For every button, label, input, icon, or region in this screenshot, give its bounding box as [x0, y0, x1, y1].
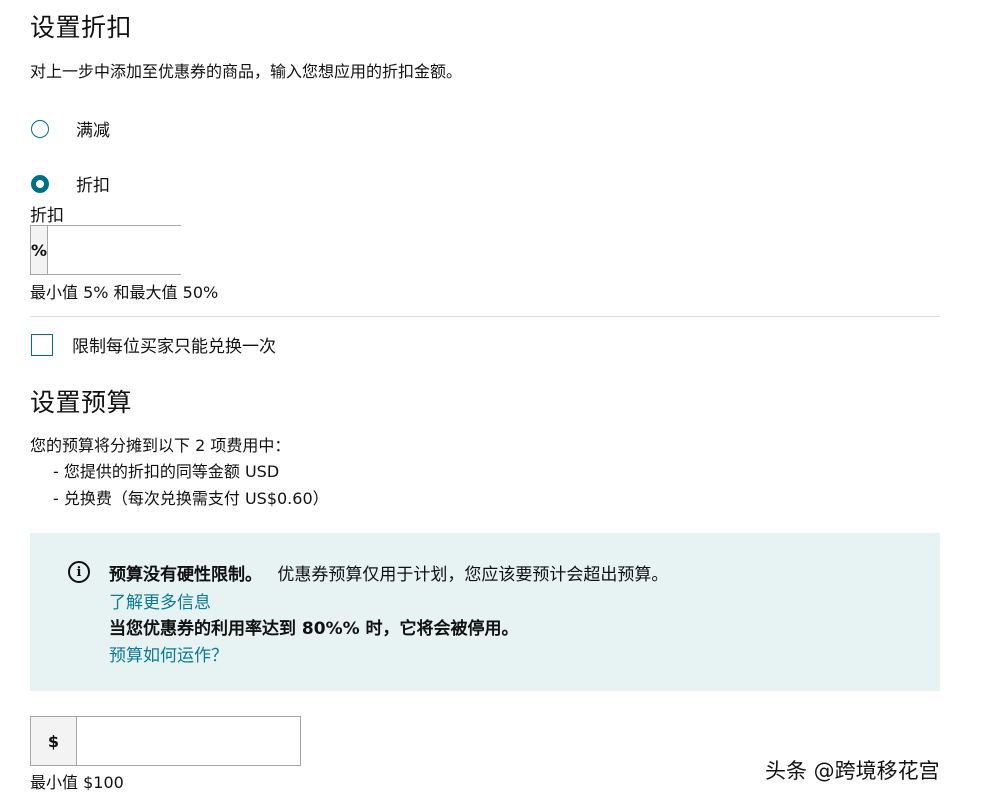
learn-more-link[interactable]: 了解更多信息 [109, 588, 211, 613]
budget-item-2: - 兑换费（每次兑换需支付 US$0.60） [53, 489, 329, 508]
info-icon: i [68, 561, 90, 583]
limit-once-option[interactable]: 限制每位买家只能兑换一次 [31, 332, 276, 357]
discount-title: 设置折扣 [30, 13, 133, 42]
limit-once-checkbox[interactable] [31, 333, 53, 356]
section-divider [30, 316, 940, 317]
budget-warning: 当您优惠券的利用率达到 80%% 时，它将会被停用。 [109, 619, 519, 639]
radio-button-discount[interactable] [31, 174, 49, 193]
discount-description: 对上一步中添加至优惠券的商品，输入您想应用的折扣金额。 [30, 62, 463, 81]
watermark-text: 头条 @跨境移花宫 [765, 759, 940, 783]
radio-label-discount: 折扣 [76, 176, 110, 196]
budget-input-group: $ [30, 716, 301, 766]
radio-option-discount[interactable]: 折扣 [31, 171, 110, 196]
discount-input-group: % [30, 225, 272, 275]
radio-option-full-reduction[interactable]: 满减 [31, 116, 110, 141]
discount-field-label: 折扣 [30, 206, 64, 226]
budget-intro: 您的预算将分摊到以下 2 项费用中： [30, 436, 291, 455]
budget-amount-input[interactable] [77, 717, 300, 765]
dollar-prefix: $ [31, 717, 77, 765]
budget-info-bold: 预算没有硬性限制。 [109, 565, 262, 585]
budget-title: 设置预算 [30, 388, 133, 417]
budget-hint: 最小值 $100 [30, 773, 124, 792]
radio-label-full-reduction: 满减 [76, 121, 110, 141]
how-budget-works-link[interactable]: 预算如何运作？ [109, 641, 228, 666]
budget-item-1: - 您提供的折扣的同等金额 USD [53, 462, 280, 481]
budget-info-box: i 预算没有硬性限制。 优惠券预算仅用于计划，您应该要预计会超出预算。 了解更多… [30, 533, 940, 691]
budget-info-message: 预算没有硬性限制。 优惠券预算仅用于计划，您应该要预计会超出预算。 [109, 560, 668, 585]
percent-prefix: % [31, 226, 49, 274]
radio-button-full-reduction[interactable] [31, 119, 49, 138]
discount-hint: 最小值 5% 和最大值 50% [30, 283, 219, 302]
discount-percent-input[interactable] [48, 226, 272, 274]
limit-once-label: 限制每位买家只能兑换一次 [72, 337, 276, 357]
budget-info-text: 优惠券预算仅用于计划，您应该要预计会超出预算。 [277, 565, 669, 585]
